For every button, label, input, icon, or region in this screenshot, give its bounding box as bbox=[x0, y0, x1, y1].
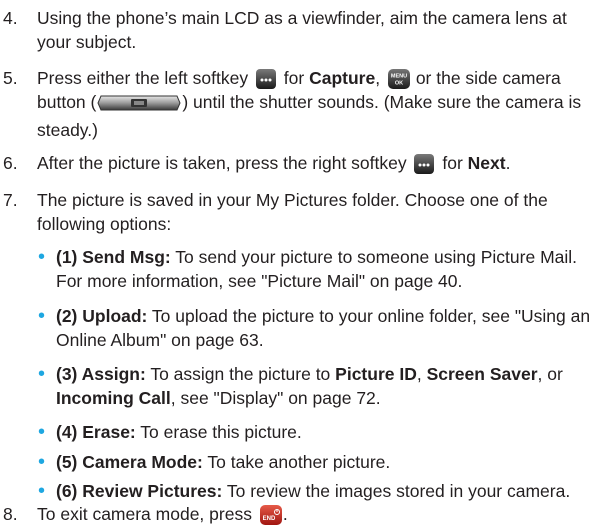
option-text: (4) Erase: To erase this picture. bbox=[56, 420, 593, 444]
manual-page: 4. Using the phone’s main LCD as a viewf… bbox=[0, 0, 597, 526]
text-run: for bbox=[437, 153, 468, 173]
text-run: . bbox=[282, 504, 288, 524]
option-text: (5) Camera Mode: To take another picture… bbox=[56, 450, 593, 474]
option-label: (6) Review Pictures: bbox=[56, 481, 223, 501]
step-number: 6. bbox=[3, 153, 18, 173]
step-text: To exit camera mode, press END. bbox=[37, 502, 590, 526]
menu-text: MENU bbox=[391, 74, 407, 80]
option-description: To review the images stored in your came… bbox=[222, 481, 571, 501]
option-text: (6) Review Pictures: To review the image… bbox=[56, 479, 593, 503]
step-number: 8. bbox=[3, 504, 18, 524]
text-run: . bbox=[505, 153, 511, 173]
softkey-icon bbox=[414, 154, 435, 174]
menu-ok-icon: MENU OK bbox=[387, 69, 410, 89]
bullet-icon: • bbox=[38, 305, 46, 327]
bullet-icon: • bbox=[38, 451, 46, 473]
step-text: After the picture is taken, press the ri… bbox=[37, 151, 590, 175]
text-run: for bbox=[278, 68, 310, 88]
text-run: , bbox=[375, 68, 385, 88]
option-description: To take another picture. bbox=[202, 452, 391, 472]
option-description: To erase this picture. bbox=[135, 422, 302, 442]
option-label: (5) Camera Mode: bbox=[56, 452, 203, 472]
bullet-icon: • bbox=[38, 363, 46, 385]
ok-text: OK bbox=[395, 81, 403, 87]
option-label: (3) Assign: bbox=[56, 364, 146, 384]
option-label: (2) Upload: bbox=[56, 306, 148, 326]
end-key-icon: END bbox=[259, 505, 282, 525]
option-text: (3) Assign: To assign the picture to Pic… bbox=[56, 362, 593, 410]
text-run: , see "Display" on page 72. bbox=[170, 388, 381, 408]
text-run: Press either the left softkey bbox=[37, 68, 253, 88]
step-text: The picture is saved in your My Pictures… bbox=[37, 190, 548, 234]
capture-label: Capture bbox=[309, 68, 376, 88]
text-run: To exit camera mode, press bbox=[37, 504, 257, 524]
bullet-icon: • bbox=[38, 421, 46, 443]
option-text: (2) Upload: To upload the picture to you… bbox=[56, 304, 593, 352]
text-run: , or bbox=[537, 364, 563, 384]
incoming-call-label: Incoming Call bbox=[56, 388, 171, 408]
step-text: Press either the left softkey for Captur… bbox=[37, 66, 590, 142]
text-run: , bbox=[416, 364, 427, 384]
option-text: (1) Send Msg: To send your picture to so… bbox=[56, 245, 593, 293]
side-camera-button-icon bbox=[97, 94, 181, 118]
text-run: To assign the picture to bbox=[145, 364, 336, 384]
screen-saver-label: Screen Saver bbox=[426, 364, 538, 384]
end-text: END bbox=[262, 516, 275, 522]
text-run: After the picture is taken, press the ri… bbox=[37, 153, 412, 173]
step-number: 5. bbox=[3, 68, 18, 88]
option-label: (1) Send Msg: bbox=[56, 247, 171, 267]
softkey-icon bbox=[255, 69, 276, 89]
next-label: Next bbox=[467, 153, 506, 173]
step-number: 7. bbox=[3, 190, 18, 210]
bullet-icon: • bbox=[38, 246, 46, 268]
step-number: 4. bbox=[3, 8, 18, 28]
step-text: Using the phone’s main LCD as a viewfind… bbox=[37, 8, 567, 52]
option-label: (4) Erase: bbox=[56, 422, 136, 442]
bullet-icon: • bbox=[38, 480, 46, 502]
picture-id-label: Picture ID bbox=[335, 364, 417, 384]
